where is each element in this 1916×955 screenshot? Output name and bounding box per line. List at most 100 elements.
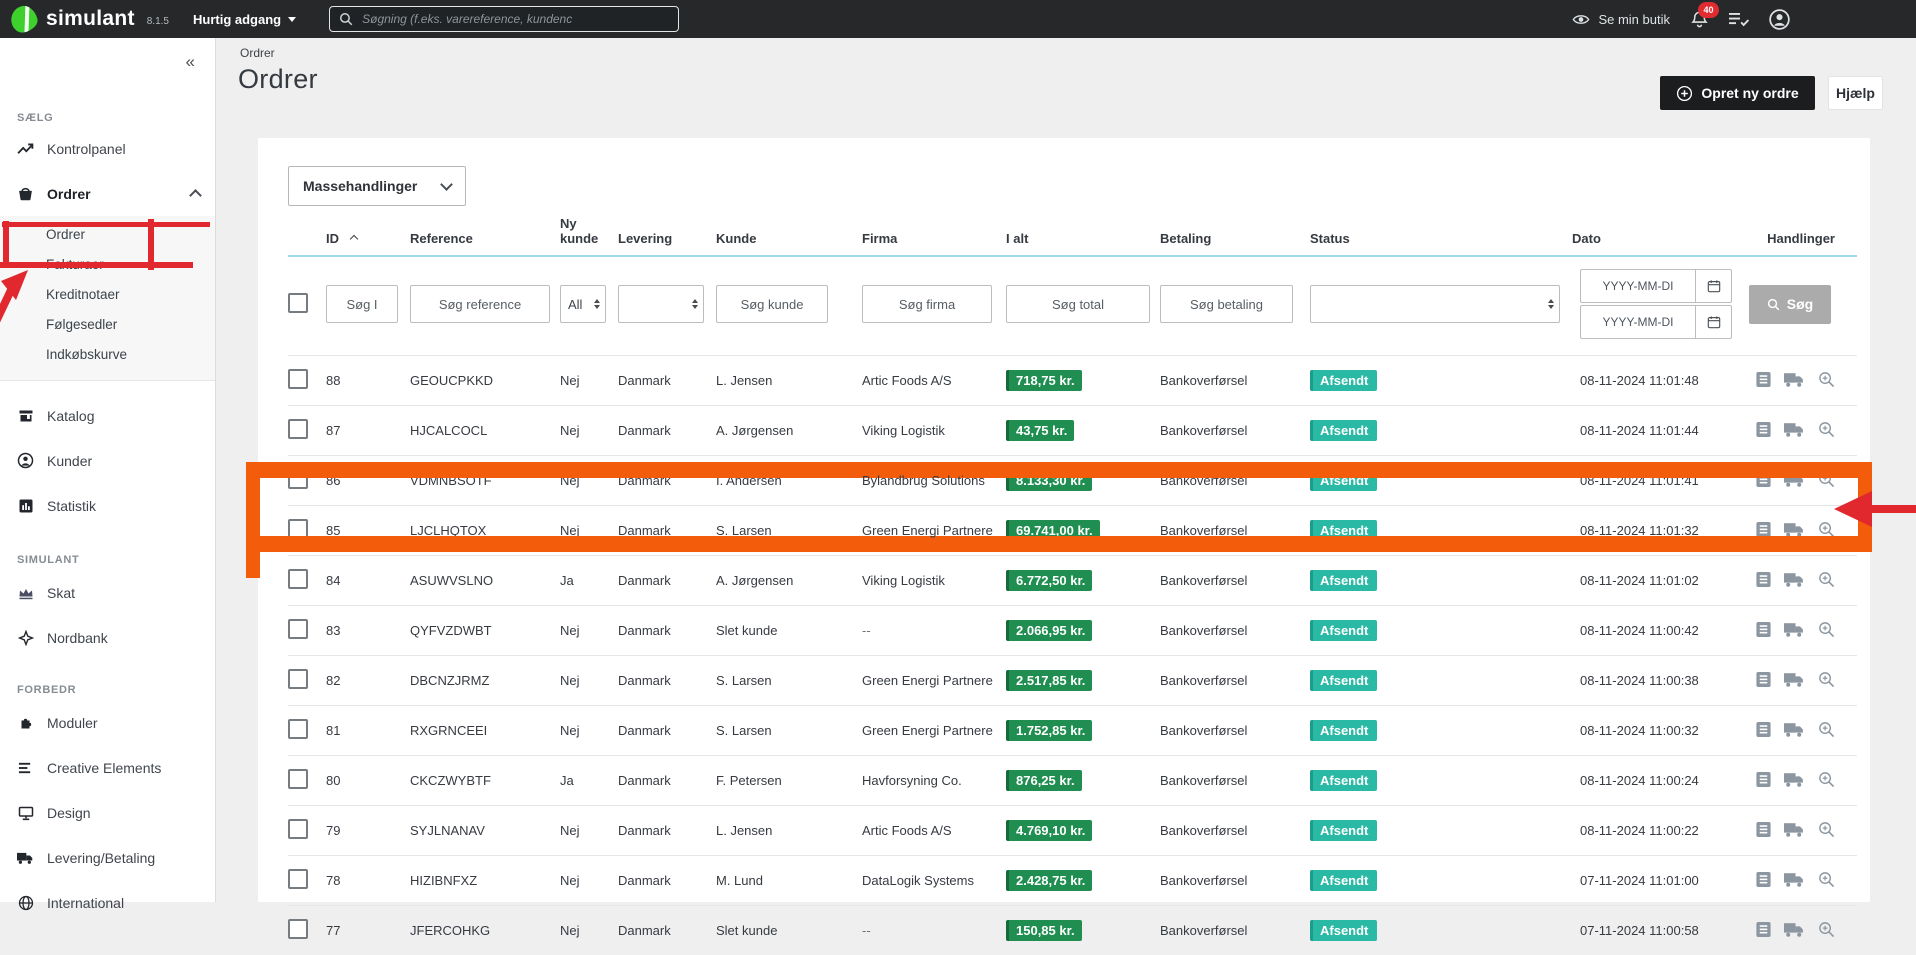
filter-status-select[interactable] [1310, 285, 1560, 323]
calendar-icon[interactable] [1696, 269, 1732, 303]
sidebar-item-skat[interactable]: Skat [0, 570, 215, 615]
sidebar-item-moduler[interactable]: Moduler [0, 700, 215, 745]
notifications-button[interactable]: 40 [1690, 10, 1709, 29]
delivery-icon[interactable] [1784, 472, 1805, 490]
row-select-checkbox[interactable] [288, 669, 308, 689]
invoice-icon[interactable] [1755, 371, 1772, 391]
details-icon[interactable] [1818, 821, 1835, 841]
invoice-icon[interactable] [1755, 771, 1772, 791]
table-row[interactable]: 82 DBCNZJRMZ Nej Danmark S. Larsen Green… [288, 656, 1857, 706]
orders-list-button[interactable] [1729, 11, 1749, 27]
search-input[interactable] [360, 11, 669, 27]
details-icon[interactable] [1818, 521, 1835, 541]
submenu-item-ordrer[interactable]: Ordrer [0, 220, 215, 250]
calendar-icon[interactable] [1696, 305, 1732, 339]
delivery-icon[interactable] [1784, 772, 1805, 790]
row-select-checkbox[interactable] [288, 719, 308, 739]
submenu-item-fakturaer[interactable]: Fakturaer [0, 250, 215, 280]
invoice-icon[interactable] [1755, 671, 1772, 691]
row-select-checkbox[interactable] [288, 619, 308, 639]
row-select-checkbox[interactable] [288, 569, 308, 589]
table-row[interactable]: 84 ASUWVSLNO Ja Danmark A. Jørgensen Vik… [288, 556, 1857, 606]
row-select-checkbox[interactable] [288, 769, 308, 789]
table-row[interactable]: 77 JFERCOHKG Nej Danmark Slet kunde -- 1… [288, 906, 1857, 955]
profile-button[interactable] [1769, 9, 1790, 30]
sidebar-item-nordbank[interactable]: Nordbank [0, 615, 215, 660]
invoice-icon[interactable] [1755, 571, 1772, 591]
submenu-item-indkobskurve[interactable]: Indkøbskurve [0, 340, 215, 370]
row-select-checkbox[interactable] [288, 869, 308, 889]
delivery-icon[interactable] [1784, 822, 1805, 840]
details-icon[interactable] [1818, 471, 1835, 491]
filter-total-input[interactable] [1006, 285, 1150, 323]
submenu-item-kreditnotaer[interactable]: Kreditnotaer [0, 280, 215, 310]
delivery-icon[interactable] [1784, 922, 1805, 940]
invoice-icon[interactable] [1755, 871, 1772, 891]
table-row[interactable]: 85 LJCLHQTOX Nej Danmark S. Larsen Green… [288, 506, 1857, 556]
sidebar-item-creative-elements[interactable]: Creative Elements [0, 745, 215, 790]
sidebar-item-katalog[interactable]: Katalog [0, 393, 215, 438]
row-select-checkbox[interactable] [288, 919, 308, 939]
details-icon[interactable] [1818, 621, 1835, 641]
row-select-checkbox[interactable] [288, 469, 308, 489]
invoice-icon[interactable] [1755, 721, 1772, 741]
collapse-sidebar-button[interactable]: « [186, 52, 193, 72]
help-button[interactable]: Hjælp [1828, 76, 1883, 110]
delivery-icon[interactable] [1784, 422, 1805, 440]
filter-delivery-select[interactable] [618, 285, 704, 323]
row-select-checkbox[interactable] [288, 819, 308, 839]
details-icon[interactable] [1818, 371, 1835, 391]
sidebar-item-levering-betaling[interactable]: Levering/Betaling [0, 835, 215, 880]
sidebar-item-design[interactable]: Design [0, 790, 215, 835]
search-submit-button[interactable]: Søg [1749, 285, 1831, 324]
quick-access-menu[interactable]: Hurtig adgang [193, 12, 296, 27]
table-row[interactable]: 81 RXGRNCEEI Nej Danmark S. Larsen Green… [288, 706, 1857, 756]
details-icon[interactable] [1818, 921, 1835, 941]
table-row[interactable]: 87 HJCALCOCL Nej Danmark A. Jørgensen Vi… [288, 406, 1857, 456]
details-icon[interactable] [1818, 771, 1835, 791]
view-shop-link[interactable]: Se min butik [1572, 12, 1670, 27]
row-select-checkbox[interactable] [288, 369, 308, 389]
table-row[interactable]: 78 HIZIBNFXZ Nej Danmark M. Lund DataLog… [288, 856, 1857, 906]
filter-company-input[interactable] [862, 285, 992, 323]
invoice-icon[interactable] [1755, 821, 1772, 841]
details-icon[interactable] [1818, 871, 1835, 891]
brand-logo-icon[interactable] [8, 3, 40, 35]
details-icon[interactable] [1818, 721, 1835, 741]
select-all-checkbox[interactable] [288, 293, 308, 313]
filter-new-customer-select[interactable]: All [560, 285, 606, 323]
invoice-icon[interactable] [1755, 621, 1772, 641]
table-row[interactable]: 86 VDMNBSOTF Nej Danmark I. Andersen Byl… [288, 456, 1857, 506]
filter-id-input[interactable] [326, 285, 398, 323]
submenu-item-folgesedler[interactable]: Følgesedler [0, 310, 215, 340]
date-to-input[interactable] [1580, 305, 1696, 339]
filter-reference-input[interactable] [410, 285, 550, 323]
details-icon[interactable] [1818, 421, 1835, 441]
invoice-icon[interactable] [1755, 921, 1772, 941]
delivery-icon[interactable] [1784, 672, 1805, 690]
delivery-icon[interactable] [1784, 722, 1805, 740]
table-row[interactable]: 80 CKCZWYBTF Ja Danmark F. Petersen Havf… [288, 756, 1857, 806]
column-id[interactable]: ID [326, 216, 410, 256]
date-from-input[interactable] [1580, 269, 1696, 303]
bulk-actions-dropdown[interactable]: Massehandlinger [288, 166, 466, 206]
filter-customer-input[interactable] [716, 285, 828, 323]
delivery-icon[interactable] [1784, 522, 1805, 540]
sidebar-item-statistik[interactable]: Statistik [0, 483, 215, 528]
row-select-checkbox[interactable] [288, 419, 308, 439]
invoice-icon[interactable] [1755, 521, 1772, 541]
table-row[interactable]: 83 QYFVZDWBT Nej Danmark Slet kunde -- 2… [288, 606, 1857, 656]
filter-payment-input[interactable] [1160, 285, 1293, 323]
details-icon[interactable] [1818, 571, 1835, 591]
invoice-icon[interactable] [1755, 471, 1772, 491]
delivery-icon[interactable] [1784, 872, 1805, 890]
invoice-icon[interactable] [1755, 421, 1772, 441]
details-icon[interactable] [1818, 671, 1835, 691]
sidebar-item-international[interactable]: International [0, 880, 215, 925]
sort-asc-icon[interactable] [350, 235, 358, 243]
create-order-button[interactable]: Opret ny ordre [1660, 76, 1815, 110]
delivery-icon[interactable] [1784, 372, 1805, 390]
delivery-icon[interactable] [1784, 622, 1805, 640]
delivery-icon[interactable] [1784, 572, 1805, 590]
sidebar-item-kontrolpanel[interactable]: Kontrolpanel [0, 126, 215, 171]
